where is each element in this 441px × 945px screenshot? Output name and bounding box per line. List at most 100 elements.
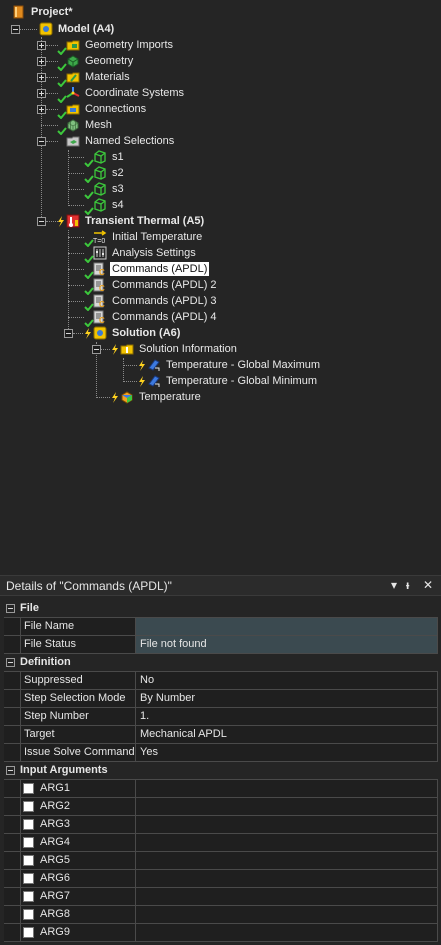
tree-item-model[interactable]: Model (A4): [58, 22, 114, 36]
expand-connections-toggle[interactable]: [37, 105, 46, 114]
property-value[interactable]: [136, 780, 438, 797]
named-selection-icon: [94, 198, 106, 212]
property-value[interactable]: [136, 834, 438, 851]
property-key: ARG4: [20, 834, 136, 851]
temperature-probe-icon: [148, 375, 160, 387]
arg6-checkbox[interactable]: [23, 873, 34, 884]
tree-item-s1[interactable]: s1: [112, 150, 124, 164]
named-selection-icon: [94, 182, 106, 196]
tree-item-connections[interactable]: Connections: [85, 102, 146, 116]
pin-icon[interactable]: ᵻ: [406, 578, 409, 592]
tree-connector: [68, 173, 84, 174]
property-value[interactable]: By Number: [136, 690, 438, 707]
tree-item-commands-apdl[interactable]: Commands (APDL): [110, 262, 210, 276]
property-row-target[interactable]: Target Mechanical APDL: [4, 726, 438, 744]
collapse-group-toggle[interactable]: [6, 658, 15, 667]
property-key: ARG9: [20, 924, 136, 941]
property-row-file-status[interactable]: File Status File not found: [4, 636, 438, 654]
collapse-solution-toggle[interactable]: [64, 329, 73, 338]
tree-connector: [73, 333, 83, 334]
tree-item-s4[interactable]: s4: [112, 198, 124, 212]
group-input-arguments[interactable]: Input Arguments: [4, 762, 438, 780]
arg7-checkbox[interactable]: [23, 891, 34, 902]
expand-materials-toggle[interactable]: [37, 73, 46, 82]
expand-geometry-imports-toggle[interactable]: [37, 41, 46, 50]
collapse-solution-information-toggle[interactable]: [92, 345, 101, 354]
tree-item-geometry-imports[interactable]: Geometry Imports: [85, 38, 173, 52]
arg1-checkbox[interactable]: [23, 783, 34, 794]
property-row-arg2[interactable]: ARG2: [4, 798, 438, 816]
property-row-arg4[interactable]: ARG4: [4, 834, 438, 852]
property-value[interactable]: Yes: [136, 744, 438, 761]
property-value[interactable]: [136, 798, 438, 815]
tree-item-analysis-settings[interactable]: Analysis Settings: [112, 246, 196, 260]
tree-item-commands-apdl-4[interactable]: Commands (APDL) 4: [112, 310, 217, 324]
property-row-file-name[interactable]: File Name: [4, 618, 438, 636]
tree-item-geometry[interactable]: Geometry: [85, 54, 133, 68]
tree-item-commands-apdl-2[interactable]: Commands (APDL) 2: [112, 278, 217, 292]
property-row-arg8[interactable]: ARG8: [4, 906, 438, 924]
property-row-arg3[interactable]: ARG3: [4, 816, 438, 834]
arg9-checkbox[interactable]: [23, 927, 34, 938]
property-value[interactable]: 1.: [136, 708, 438, 725]
property-row-issue-solve-command[interactable]: Issue Solve Command Yes: [4, 744, 438, 762]
tree-connector: [68, 237, 84, 238]
arg5-checkbox[interactable]: [23, 855, 34, 866]
property-row-arg7[interactable]: ARG7: [4, 888, 438, 906]
property-value[interactable]: [136, 888, 438, 905]
tree-item-temperature-global-minimum[interactable]: Temperature - Global Minimum: [166, 374, 317, 388]
tree-item-named-selections[interactable]: Named Selections: [85, 134, 174, 148]
tree-item-s3[interactable]: s3: [112, 182, 124, 196]
tree-item-temperature-global-maximum[interactable]: Temperature - Global Maximum: [166, 358, 320, 372]
property-row-arg1[interactable]: ARG1: [4, 780, 438, 798]
property-value[interactable]: [136, 816, 438, 833]
property-row-arg9[interactable]: ARG9: [4, 924, 438, 942]
tree-item-initial-temperature[interactable]: Initial Temperature: [112, 230, 202, 244]
property-value[interactable]: [136, 924, 438, 941]
svg-text:C: C: [99, 300, 105, 308]
property-key: ARG3: [20, 816, 136, 833]
property-value[interactable]: [136, 618, 438, 635]
property-value[interactable]: No: [136, 672, 438, 689]
tree-item-transient-thermal[interactable]: Transient Thermal (A5): [85, 214, 204, 228]
property-value[interactable]: [136, 870, 438, 887]
tree-item-materials[interactable]: Materials: [85, 70, 130, 84]
expand-geometry-toggle[interactable]: [37, 57, 46, 66]
group-file[interactable]: File: [4, 600, 438, 618]
close-icon[interactable]: ✕: [423, 578, 433, 592]
collapse-named-selections-toggle[interactable]: [37, 137, 46, 146]
property-value[interactable]: [136, 852, 438, 869]
tree-item-s2[interactable]: s2: [112, 166, 124, 180]
tree-item-mesh[interactable]: Mesh: [85, 118, 112, 132]
tree-item-commands-apdl-3[interactable]: Commands (APDL) 3: [112, 294, 217, 308]
property-value[interactable]: [136, 906, 438, 923]
commands-apdl-icon: C: [93, 278, 105, 292]
materials-icon: [66, 72, 80, 83]
property-value[interactable]: Mechanical APDL: [136, 726, 438, 743]
arg2-checkbox[interactable]: [23, 801, 34, 812]
arg3-checkbox[interactable]: [23, 819, 34, 830]
property-row-step-selection-mode[interactable]: Step Selection Mode By Number: [4, 690, 438, 708]
collapse-transient-thermal-toggle[interactable]: [37, 217, 46, 226]
tree-item-coordinate-systems[interactable]: Coordinate Systems: [85, 86, 184, 100]
collapse-group-toggle[interactable]: [6, 766, 15, 775]
tree-item-project[interactable]: Project*: [31, 5, 73, 19]
commands-apdl-icon: C: [93, 310, 105, 324]
property-row-step-number[interactable]: Step Number 1.: [4, 708, 438, 726]
group-label: Input Arguments: [20, 764, 108, 776]
lightning-bolt-icon: [139, 360, 145, 371]
property-row-suppressed[interactable]: Suppressed No: [4, 672, 438, 690]
panel-menu-icon[interactable]: ▾: [391, 578, 397, 592]
tree-item-temperature[interactable]: Temperature: [139, 390, 201, 404]
tree-item-solution-information[interactable]: Solution Information: [139, 342, 237, 356]
arg4-checkbox[interactable]: [23, 837, 34, 848]
property-row-arg5[interactable]: ARG5: [4, 852, 438, 870]
tree-item-solution[interactable]: Solution (A6): [112, 326, 180, 340]
group-definition[interactable]: Definition: [4, 654, 438, 672]
arg8-checkbox[interactable]: [23, 909, 34, 920]
property-row-arg6[interactable]: ARG6: [4, 870, 438, 888]
collapse-model-toggle[interactable]: [11, 25, 20, 34]
collapse-group-toggle[interactable]: [6, 604, 15, 613]
tree-connector: [68, 301, 84, 302]
expand-coordinate-systems-toggle[interactable]: [37, 89, 46, 98]
